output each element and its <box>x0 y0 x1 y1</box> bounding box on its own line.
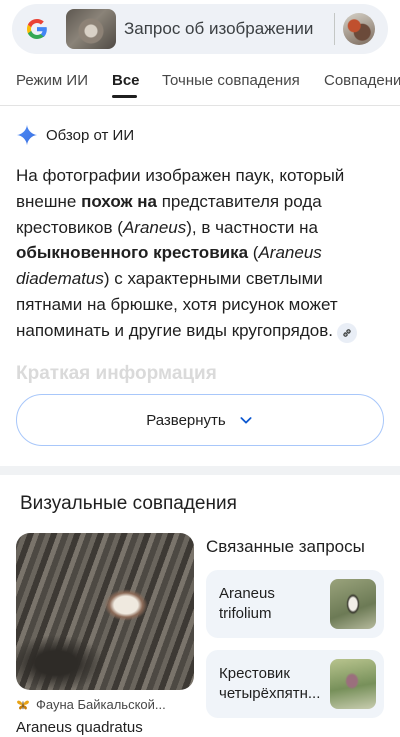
google-g-icon <box>27 19 47 39</box>
source-link-chip[interactable] <box>336 322 357 343</box>
ai-overview-header: Обзор от ИИ <box>16 124 134 146</box>
expand-button[interactable]: Развернуть <box>16 394 384 446</box>
visual-matches-title: Визуальные совпадения <box>20 493 237 514</box>
butterfly-favicon-icon <box>17 700 29 709</box>
tab-ai-mode[interactable]: Режим ИИ <box>16 72 88 89</box>
expand-button-label: Развернуть <box>146 411 226 429</box>
chevron-down-icon <box>240 417 252 424</box>
visual-match-source-name: Фауна Байкальской... <box>36 697 166 712</box>
results-tabs: Режим ИИ Все Точные совпадения Совпадени <box>0 62 400 106</box>
tab-all[interactable]: Все <box>112 72 140 89</box>
related-search-label: Araneus trifolium <box>219 585 275 622</box>
gemini-sparkle-icon <box>16 124 38 146</box>
related-search-thumbnail <box>330 659 376 709</box>
query-image-thumbnail[interactable] <box>66 9 116 49</box>
search-query-text[interactable]: Запрос об изображении <box>124 19 313 39</box>
related-search-label: Крестовик четырёхпятн... <box>219 665 321 702</box>
search-bar[interactable]: Запрос об изображении <box>12 4 388 54</box>
active-tab-indicator <box>112 95 137 98</box>
related-search-item[interactable]: Крестовик четырёхпятн... <box>206 650 384 718</box>
related-search-thumbnail <box>330 579 376 629</box>
search-divider <box>334 13 335 45</box>
related-searches-title: Связанные запросы <box>206 537 365 556</box>
ai-overview-title: Обзор от ИИ <box>46 126 135 144</box>
avatar[interactable] <box>343 13 375 45</box>
related-search-item[interactable]: Araneus trifolium <box>206 570 384 638</box>
section-divider <box>0 466 400 475</box>
link-icon <box>343 328 351 337</box>
tab-exact-matches[interactable]: Точные совпадения <box>162 72 300 89</box>
tab-visual-matches[interactable]: Совпадени <box>324 72 400 89</box>
visual-match-image[interactable] <box>16 533 194 690</box>
visual-match-source[interactable]: Фауна Байкальской... <box>16 697 196 712</box>
faded-section-heading: Краткая информация <box>16 363 217 384</box>
visual-match-caption[interactable]: Araneus quadratus <box>16 719 143 736</box>
ai-overview-text: На фотографии изображен паук, который вн… <box>16 163 376 344</box>
